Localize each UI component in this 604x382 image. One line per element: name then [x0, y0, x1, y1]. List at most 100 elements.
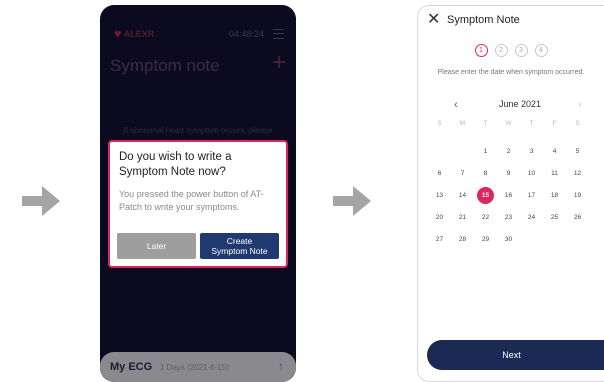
calendar-day[interactable]: 23 — [497, 206, 520, 228]
calendar-day-number: 19 — [573, 191, 582, 199]
calendar-day-number: 17 — [527, 191, 536, 199]
close-icon[interactable]: ✕ — [427, 12, 440, 28]
calendar-day[interactable]: 10 — [520, 162, 543, 184]
flow-arrow-icon — [22, 186, 60, 216]
calendar-day-number: 4 — [552, 147, 557, 155]
calendar-day-number: 12 — [573, 169, 582, 177]
hamburger-menu-icon[interactable] — [273, 29, 284, 39]
calendar-day[interactable]: 2 — [497, 140, 520, 162]
step-1: 1 — [474, 44, 488, 57]
symptom-note-dialog: Do you wish to write a Symptom Note now?… — [108, 140, 288, 268]
calendar-day[interactable]: 7 — [451, 162, 474, 184]
chevron-up-icon[interactable]: ↑ — [278, 359, 284, 373]
calendar-day-number: 28 — [458, 235, 467, 243]
symptom-note-dialog-screen: ♥ ALEXR 04:48:24 Symptom note + If abnorm… — [100, 5, 296, 382]
logo-text: ALEXR — [123, 29, 155, 39]
create-button-label: Create Symptom Note — [211, 236, 268, 256]
calendar-day[interactable]: 30 — [497, 228, 520, 250]
calendar-day-number: 6 — [437, 169, 442, 177]
calendar-day-number: 8 — [483, 169, 488, 177]
calendar-day-number: 29 — [481, 235, 490, 243]
calendar-day-number: 25 — [550, 213, 559, 221]
weekday-label: T — [529, 120, 534, 127]
calendar-day[interactable]: 13 — [428, 184, 451, 206]
calendar-day-number: 5 — [575, 147, 580, 155]
calendar-day-number: 13 — [435, 191, 444, 199]
ecg-title: My ECG — [110, 361, 153, 373]
calendar-day-number: 22 — [481, 213, 490, 221]
calendar-day[interactable]: 29 — [474, 228, 497, 250]
calendar-day[interactable]: 21 — [451, 206, 474, 228]
calendar-day[interactable]: 12 — [566, 162, 589, 184]
header: ✕ Symptom Note — [418, 6, 604, 36]
calendar-day[interactable]: 3 — [520, 140, 543, 162]
weekday-label: M — [459, 120, 466, 127]
calendar-day[interactable]: 8 — [474, 162, 497, 184]
calendar-day[interactable]: 16 — [497, 184, 520, 206]
dialog-question: Do you wish to write a Symptom Note now? — [119, 151, 232, 178]
status-bar: ♥ ALEXR 04:48:24 — [114, 25, 288, 43]
calendar-day-number: 3 — [529, 147, 534, 155]
step-indicator: 1234 — [418, 44, 604, 58]
calendar-day-number: 1 — [483, 147, 488, 155]
weekday-label: W — [505, 120, 512, 127]
calendar-day-number: 11 — [551, 169, 558, 177]
calendar-day[interactable]: 25 — [543, 206, 566, 228]
calendar-day[interactable]: 20 — [428, 206, 451, 228]
flow-arrow-icon — [333, 186, 371, 216]
weekday-label: T — [483, 120, 488, 127]
app-logo: ♥ ALEXR — [114, 25, 154, 43]
calendar: June 2021 ‹ › SMTWTFS 1 2 3 4 5 6 7 8 9 10 11 12 13 1… — [428, 98, 604, 250]
my-ecg-bar[interactable]: My ECG 1 Days (2021-6-15) ↑ — [100, 352, 296, 382]
calendar-day[interactable]: 6 — [428, 162, 451, 184]
calendar-day-number: 26 — [573, 213, 582, 221]
calendar-day-number: 10 — [527, 169, 536, 177]
calendar-day[interactable]: 1 — [474, 140, 497, 162]
weekday-label: F — [552, 120, 557, 127]
ecg-subtitle: 1 Days (2021-6-15) — [160, 363, 229, 372]
next-button[interactable]: Next — [427, 340, 604, 370]
calendar-day-number: 9 — [506, 169, 511, 177]
page-title: Symptom Note — [447, 14, 520, 26]
calendar-day-number: 14 — [458, 191, 467, 199]
weekday-label: S — [575, 120, 580, 127]
recording-time: 04:48:24 — [228, 29, 264, 39]
calendar-day[interactable]: 28 — [451, 228, 474, 250]
calendar-day[interactable]: 9 — [497, 162, 520, 184]
calendar-day[interactable]: 27 — [428, 228, 451, 250]
calendar-day-number: 24 — [527, 213, 536, 221]
create-symptom-note-button[interactable]: Create Symptom Note — [200, 233, 279, 259]
calendar-day-number: 15 — [477, 186, 494, 204]
step-2: 2 — [494, 44, 508, 57]
calendar-days: 1 2 3 4 5 6 7 8 9 10 11 12 13 14 15 16 17 18 19 20 21 22 23 24 2… — [428, 140, 604, 250]
calendar-day[interactable]: 18 — [543, 184, 566, 206]
calendar-day[interactable]: 22 — [474, 206, 497, 228]
plus-icon[interactable]: + — [272, 49, 286, 77]
chevron-left-icon[interactable]: ‹ — [454, 98, 458, 112]
calendar-day[interactable]: 17 — [520, 184, 543, 206]
later-button[interactable]: Later — [117, 233, 196, 259]
calendar-day[interactable]: 14 — [451, 184, 474, 206]
calendar-day-number: 21 — [458, 213, 467, 221]
calendar-day-number: 18 — [550, 191, 559, 199]
step-4: 4 — [534, 44, 548, 57]
calendar-blank — [428, 140, 451, 162]
step-3: 3 — [514, 44, 528, 57]
instruction-text: Please enter the date when symptom occur… — [437, 69, 585, 76]
calendar-day-number: 30 — [504, 235, 513, 243]
calendar-blank — [451, 140, 474, 162]
calendar-day[interactable]: 11 — [543, 162, 566, 184]
chevron-right-icon[interactable]: › — [578, 98, 582, 112]
symptom-note-date-screen: ✕ Symptom Note 1234 Please enter the dat… — [417, 5, 604, 382]
weekday-label: S — [437, 120, 442, 127]
calendar-day[interactable]: 24 — [520, 206, 543, 228]
calendar-day[interactable]: 4 — [543, 140, 566, 162]
calendar-day-number: 16 — [504, 191, 513, 199]
calendar-day-number: 20 — [435, 213, 444, 221]
calendar-day[interactable]: 26 — [566, 206, 589, 228]
calendar-day-number: 23 — [504, 213, 513, 221]
calendar-day[interactable]: 15 — [474, 184, 497, 206]
calendar-day[interactable]: 5 — [566, 140, 589, 162]
weekday-header: SMTWTFS — [428, 120, 604, 130]
calendar-day[interactable]: 19 — [566, 184, 589, 206]
